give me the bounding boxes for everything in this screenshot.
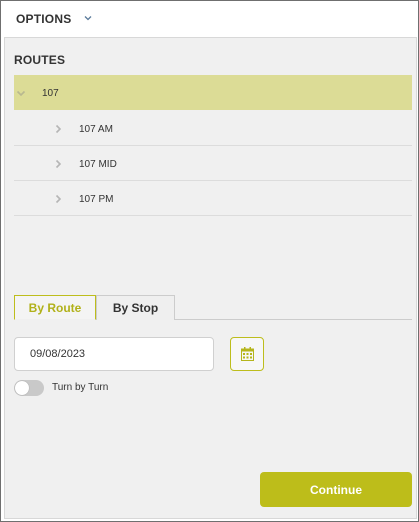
tab-by-stop[interactable]: By Stop	[96, 295, 175, 320]
options-label[interactable]: OPTIONS	[16, 12, 71, 26]
chevron-down-icon[interactable]	[83, 13, 93, 23]
route-label: 107	[42, 88, 59, 99]
chevron-down-icon[interactable]	[16, 88, 26, 98]
chevron-right-icon[interactable]	[54, 194, 62, 204]
route-label: 107 MID	[79, 159, 117, 170]
turn-by-turn-toggle[interactable]	[14, 380, 44, 396]
route-row-107-mid[interactable]: 107 MID	[14, 146, 412, 181]
continue-button[interactable]: Continue	[260, 472, 412, 507]
chevron-right-icon[interactable]	[54, 124, 62, 134]
routes-heading: ROUTES	[14, 53, 66, 67]
route-row-107-pm[interactable]: 107 PM	[14, 181, 412, 216]
route-row-107[interactable]: 107	[14, 75, 412, 110]
tab-by-route[interactable]: By Route	[14, 295, 96, 320]
calendar-icon	[241, 347, 254, 361]
toggle-knob	[15, 381, 29, 395]
chevron-right-icon[interactable]	[54, 159, 62, 169]
toggle-label: Turn by Turn	[52, 382, 109, 393]
date-input[interactable]	[14, 337, 214, 371]
options-bar[interactable]: OPTIONS	[1, 1, 418, 37]
calendar-button[interactable]	[230, 337, 264, 371]
route-row-107-am[interactable]: 107 AM	[14, 111, 412, 146]
route-label: 107 PM	[79, 194, 114, 205]
route-label: 107 AM	[79, 124, 113, 135]
